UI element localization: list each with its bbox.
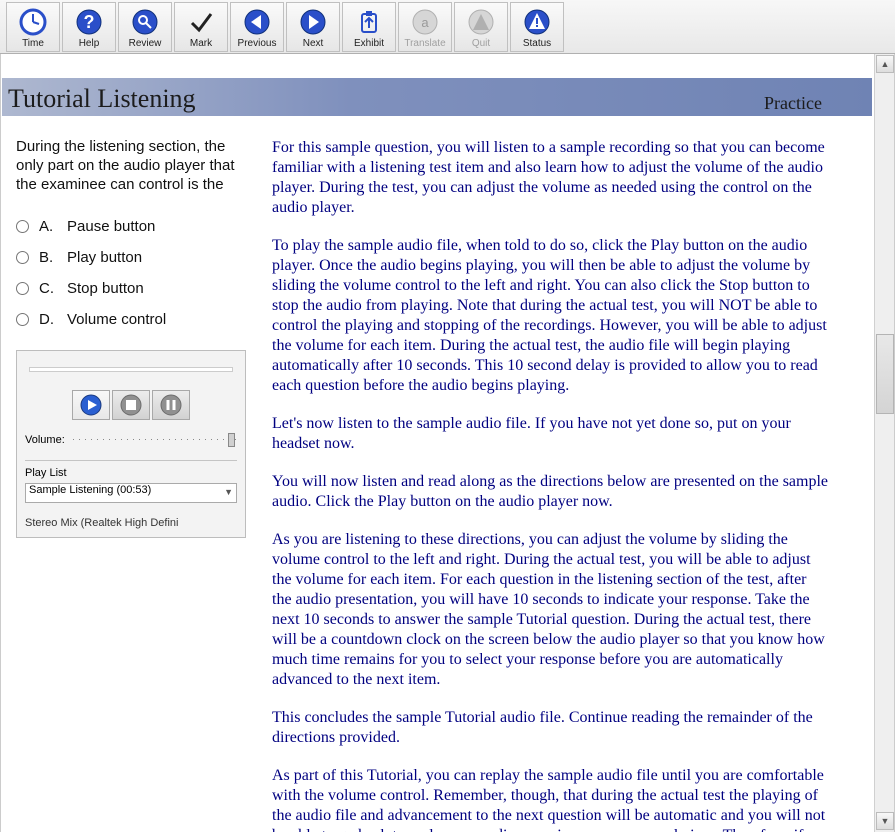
review-icon (131, 8, 159, 36)
scroll-down-button[interactable]: ▼ (876, 812, 894, 830)
play-button[interactable] (72, 390, 110, 420)
status-icon (523, 8, 551, 36)
instruction-paragraph: You will now listen and read along as th… (272, 472, 828, 512)
choice-letter: A. (39, 218, 67, 235)
scroll-up-button[interactable]: ▲ (876, 55, 894, 73)
instruction-paragraph: To play the sample audio file, when told… (272, 236, 828, 396)
instruction-paragraph: This concludes the sample Tutorial audio… (272, 708, 828, 748)
section-mode: Practice (764, 93, 822, 114)
status-button[interactable]: Status (510, 2, 564, 52)
player-buttons (25, 390, 237, 420)
audio-progress-track[interactable] (29, 367, 233, 372)
vertical-scrollbar[interactable]: ▲ ▼ (874, 54, 894, 832)
answer-choice-a[interactable]: A.Pause button (16, 218, 254, 235)
next-button[interactable]: Next (286, 2, 340, 52)
previous-button[interactable]: Previous (230, 2, 284, 52)
choice-letter: B. (39, 249, 67, 266)
answer-choice-d[interactable]: D.Volume control (16, 311, 254, 328)
content-columns: During the listening section, the only p… (2, 138, 872, 832)
time-button-label: Time (22, 38, 44, 49)
playlist-selected-value: Sample Listening (00:53) (29, 484, 151, 496)
instruction-paragraph: As you are listening to these directions… (272, 530, 828, 690)
volume-row: Volume: (25, 434, 237, 446)
volume-slider[interactable] (73, 435, 237, 445)
exhibit-button-label: Exhibit (354, 38, 384, 49)
choice-text: Play button (67, 249, 142, 266)
choice-text: Pause button (67, 218, 155, 235)
instruction-paragraph: Let's now listen to the sample audio fil… (272, 414, 828, 454)
prev-icon (243, 8, 271, 36)
answer-radio[interactable] (16, 282, 29, 295)
instruction-paragraph: As part of this Tutorial, you can replay… (272, 766, 828, 832)
instructions-column: For this sample question, you will liste… (254, 138, 862, 832)
question-prompt: During the listening section, the only p… (16, 138, 254, 194)
instruction-paragraph: For this sample question, you will liste… (272, 138, 828, 218)
help-button-label: Help (79, 38, 100, 49)
question-icon: ? (75, 8, 103, 36)
audio-player: Volume: Play List Sample Listening (00:5… (16, 350, 246, 538)
answer-radio[interactable] (16, 251, 29, 264)
status-button-label: Status (523, 38, 551, 49)
pause-button[interactable] (152, 390, 190, 420)
content-viewport: Tutorial Listening Practice During the l… (2, 54, 872, 832)
review-button[interactable]: Review (118, 2, 172, 52)
audio-device-text: Stereo Mix (Realtek High Defini (25, 517, 237, 529)
quit-button: Quit (454, 2, 508, 52)
main-toolbar: Time? Help Review Mark Previous Next Exhibit aT… (0, 0, 895, 54)
answer-choices: A.Pause buttonB.Play buttonC.Stop button… (16, 218, 254, 328)
clock-icon (19, 8, 47, 36)
answer-radio[interactable] (16, 313, 29, 326)
help-button[interactable]: ? Help (62, 2, 116, 52)
translate-button: a Translate (398, 2, 452, 52)
mark-button[interactable]: Mark (174, 2, 228, 52)
next-button-label: Next (303, 38, 324, 49)
section-header: Tutorial Listening Practice (2, 78, 872, 116)
svg-text:?: ? (84, 12, 95, 32)
choice-letter: C. (39, 280, 67, 297)
time-button[interactable]: Time (6, 2, 60, 52)
choice-text: Volume control (67, 311, 166, 328)
playlist-select[interactable]: Sample Listening (00:53) (25, 483, 237, 503)
stop-button[interactable] (112, 390, 150, 420)
play-icon (80, 394, 102, 416)
playlist-label: Play List (25, 467, 237, 479)
next-icon (299, 8, 327, 36)
svg-text:a: a (421, 15, 429, 30)
pause-icon (160, 394, 182, 416)
translate-button-label: Translate (404, 38, 445, 49)
section-title: Tutorial Listening (8, 84, 196, 114)
scroll-thumb[interactable] (876, 334, 894, 414)
quit-button-label: Quit (472, 38, 490, 49)
question-column: During the listening section, the only p… (16, 138, 254, 832)
answer-choice-c[interactable]: C.Stop button (16, 280, 254, 297)
volume-label: Volume: (25, 434, 65, 446)
review-button-label: Review (129, 38, 162, 49)
main-area: Tutorial Listening Practice During the l… (0, 54, 895, 832)
exhibit-button[interactable]: Exhibit (342, 2, 396, 52)
answer-choice-b[interactable]: B.Play button (16, 249, 254, 266)
mark-button-label: Mark (190, 38, 212, 49)
volume-thumb[interactable] (228, 433, 235, 447)
choice-letter: D. (39, 311, 67, 328)
previous-button-label: Previous (238, 38, 277, 49)
stop-icon (120, 394, 142, 416)
check-icon (187, 8, 215, 36)
exhibit-icon (355, 8, 383, 36)
answer-radio[interactable] (16, 220, 29, 233)
choice-text: Stop button (67, 280, 144, 297)
quit-icon (467, 8, 495, 36)
translate-icon: a (411, 8, 439, 36)
